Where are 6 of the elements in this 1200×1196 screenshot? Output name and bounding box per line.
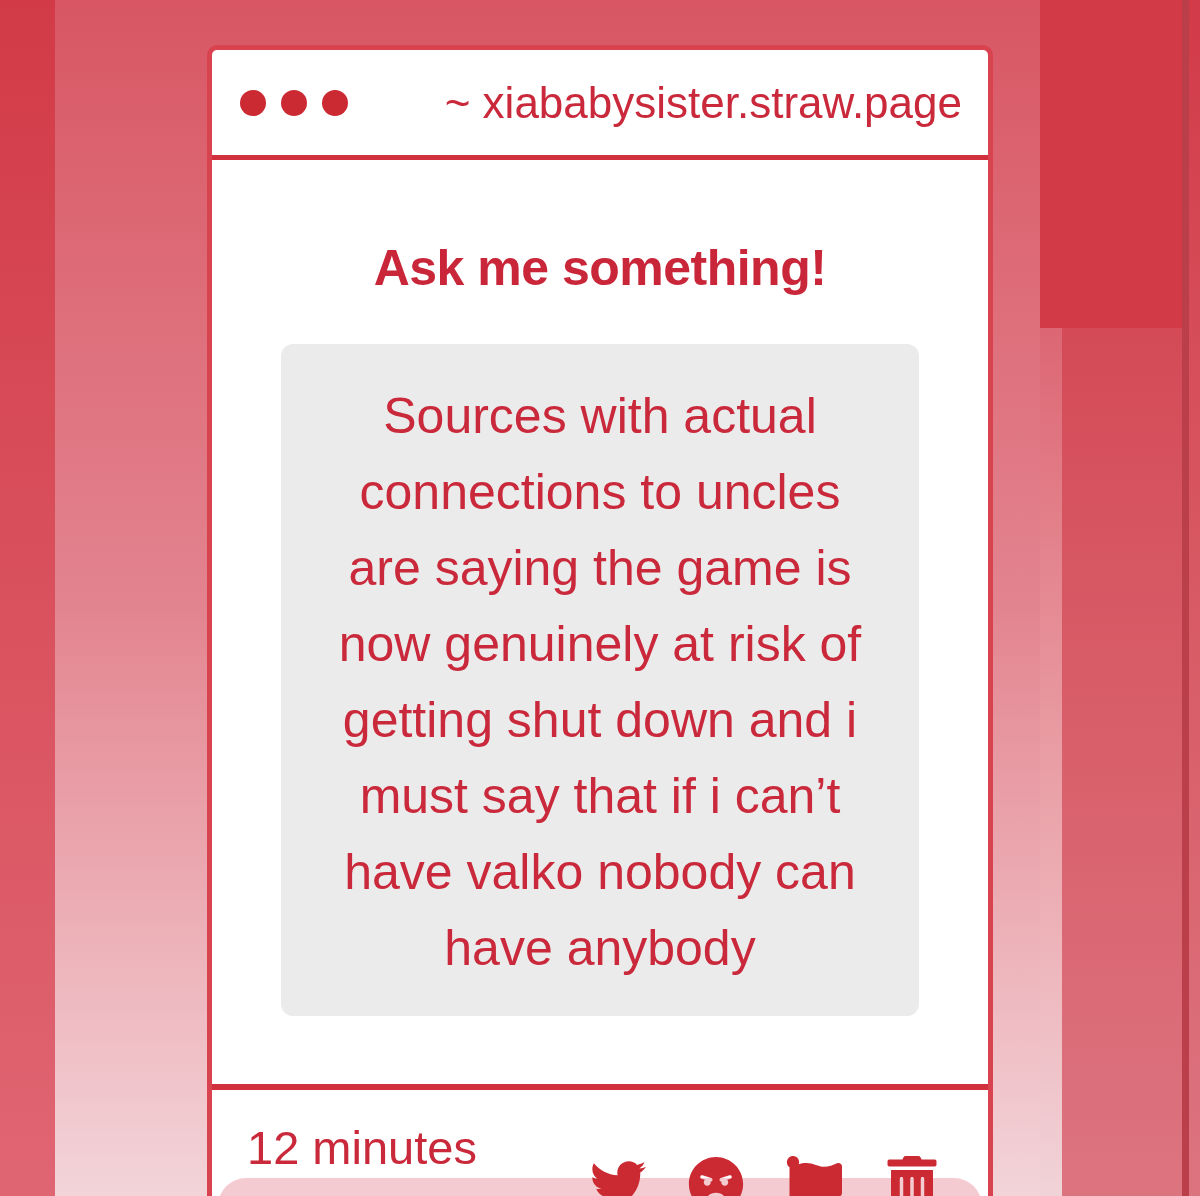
page-address: ~ xiababysister.straw.page bbox=[444, 76, 962, 129]
page-title: Ask me something! bbox=[373, 240, 827, 296]
angry-face-icon[interactable] bbox=[688, 1156, 744, 1196]
time-label: 12 minutes bbox=[246, 1122, 478, 1174]
question-text: Sources with actual connections to uncles are saying the game is now genuinely at risk of getting shut down and i must say that if i can’t have valko nobody can have anybody bbox=[337, 387, 863, 978]
flag-icon[interactable] bbox=[786, 1156, 842, 1196]
